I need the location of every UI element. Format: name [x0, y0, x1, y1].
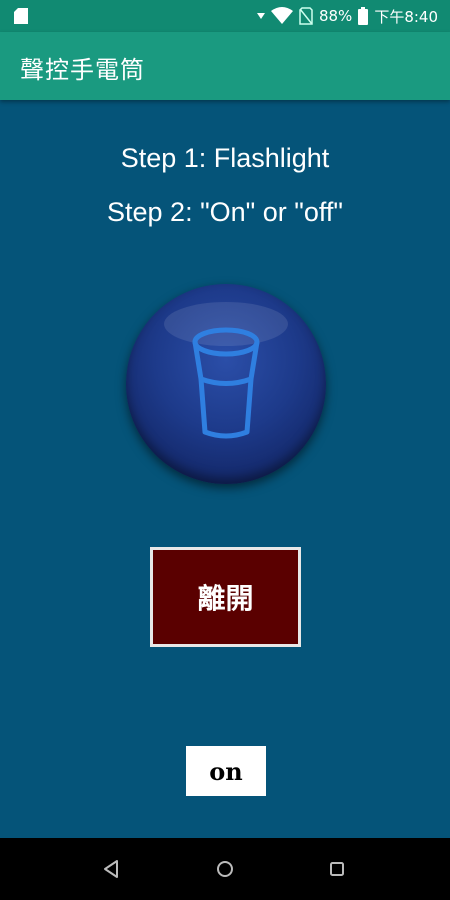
- recent-square-icon[interactable]: [326, 858, 348, 880]
- wifi-icon: [270, 7, 293, 24]
- exit-button-label: 離開: [197, 582, 254, 615]
- voice-result-label: on: [186, 746, 266, 796]
- app-screen: 88% 下午8:40 聲控手電筒 Step 1: Flashlight Step…: [0, 0, 450, 900]
- exit-button[interactable]: 離開: [150, 547, 301, 647]
- flashlight-icon: [164, 302, 288, 439]
- voice-result-text: on: [209, 756, 243, 786]
- signal-arrow-icon: [256, 13, 265, 19]
- status-bar: 88% 下午8:40: [0, 0, 450, 32]
- status-bar-right: 88% 下午8:40: [256, 0, 438, 32]
- battery-icon: [358, 7, 369, 25]
- app-bar: 聲控手電筒: [0, 32, 450, 100]
- navigation-bar: [0, 838, 450, 900]
- no-sim-icon: [299, 7, 313, 25]
- instruction-step-2: Step 2: "On" or "off": [107, 197, 343, 227]
- battery-percent: 88%: [318, 7, 353, 25]
- instruction-step-1: Step 1: Flashlight: [120, 143, 330, 173]
- app-title: 聲控手電筒: [20, 56, 145, 84]
- clock: 下午8:40: [374, 7, 438, 26]
- home-circle-icon[interactable]: [214, 858, 236, 880]
- flashlight-toggle-button[interactable]: [126, 284, 326, 484]
- sd-card-icon: [14, 8, 28, 24]
- back-triangle-icon[interactable]: [101, 858, 123, 880]
